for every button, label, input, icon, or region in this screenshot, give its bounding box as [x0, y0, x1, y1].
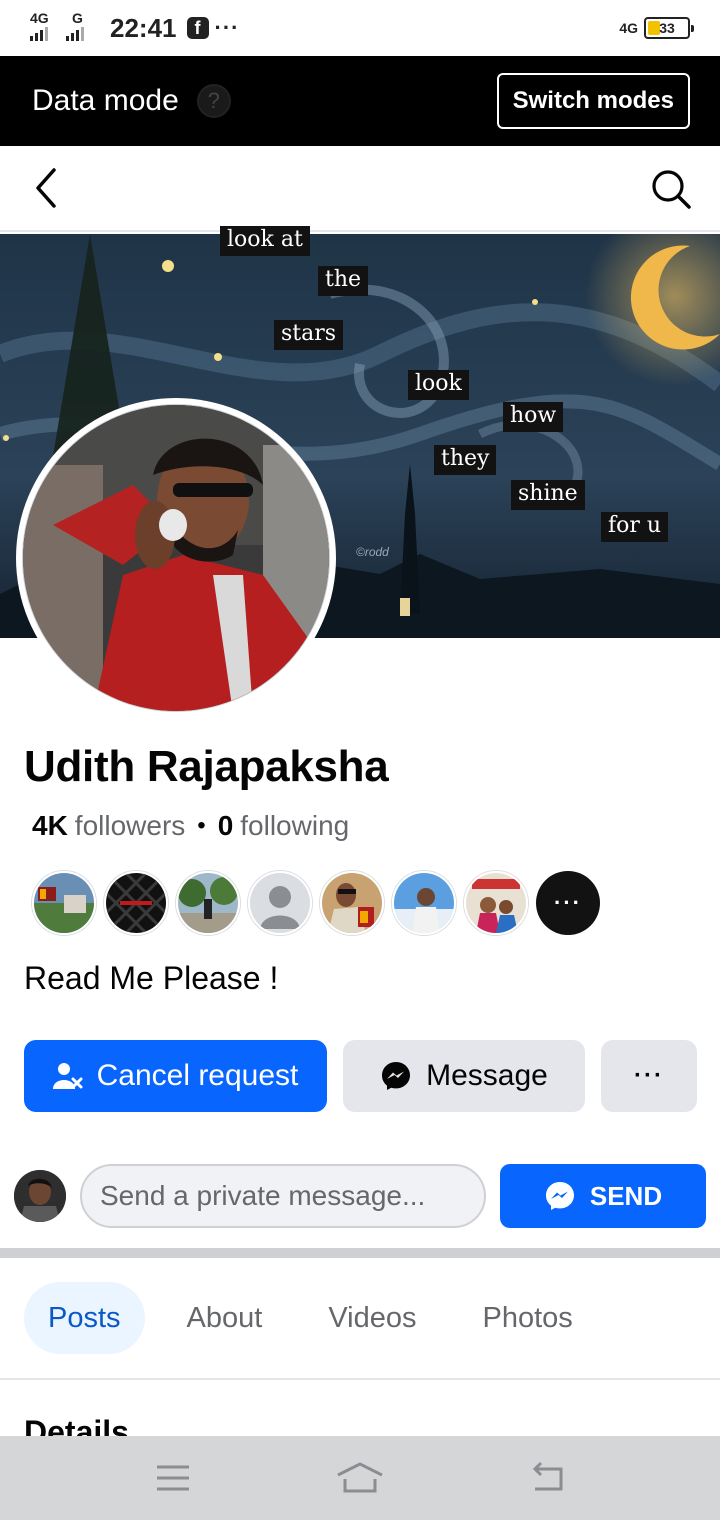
status-bar: 4G G 22:41 f ··· 4G 33: [0, 0, 720, 56]
top-navigation: [0, 146, 720, 232]
back-arrow-icon: [532, 1461, 563, 1491]
tab-photos[interactable]: Photos: [458, 1282, 596, 1354]
home-icon: [337, 1462, 383, 1493]
mutual-friends-avatars: ···: [32, 871, 600, 935]
network-type-label: 4G: [619, 20, 638, 36]
cover-caption-word: how: [503, 402, 564, 432]
back-button[interactable]: [28, 166, 68, 210]
followers-count[interactable]: 4K: [32, 810, 68, 842]
send-label: SEND: [589, 1180, 663, 1211]
details-heading: Details: [24, 1414, 129, 1436]
profile-bio: Read Me Please !: [24, 960, 279, 996]
search-button[interactable]: [650, 168, 692, 210]
friend-avatar[interactable]: [104, 871, 168, 935]
cancel-request-button[interactable]: Cancel request: [24, 1040, 327, 1112]
status-time: 22:41: [110, 12, 177, 43]
profile-photo-image: [23, 405, 329, 711]
system-back-button[interactable]: [517, 1453, 577, 1503]
search-icon: [652, 170, 691, 209]
tab-videos[interactable]: Videos: [304, 1282, 440, 1354]
menu-icon: [157, 1465, 190, 1491]
cancel-friend-request-icon: [52, 1061, 83, 1091]
switch-modes-button[interactable]: Switch modes: [496, 73, 690, 129]
data-mode-title: Data mode: [32, 84, 179, 117]
battery-icon: 33: [644, 17, 694, 39]
profile-name: Udith Rajapaksha: [24, 742, 389, 791]
friend-avatar[interactable]: [32, 871, 96, 935]
viewer-avatar: [14, 1170, 66, 1222]
profile-tabs: Posts About Videos Photos: [24, 1282, 615, 1354]
messenger-icon: [380, 1060, 412, 1092]
following-label[interactable]: following: [240, 810, 349, 842]
default-avatar-icon[interactable]: [248, 871, 312, 935]
menu-button[interactable]: [143, 1453, 203, 1503]
more-friends-button[interactable]: ···: [536, 871, 600, 935]
more-notifications-icon: ···: [214, 15, 240, 40]
battery-percent: 33: [659, 20, 675, 36]
cover-caption-word: for u: [601, 512, 669, 542]
cancel-request-label: Cancel request: [96, 1059, 299, 1092]
cover-caption-word: they: [434, 445, 497, 475]
cover-caption-word: the: [318, 266, 369, 296]
tab-posts[interactable]: Posts: [24, 1282, 145, 1354]
stats-separator: •: [197, 812, 206, 839]
messenger-icon: [544, 1180, 576, 1212]
system-navigation-bar: [0, 1436, 720, 1520]
friend-avatar[interactable]: [176, 871, 240, 935]
send-button[interactable]: SEND: [500, 1164, 706, 1228]
tab-about[interactable]: About: [163, 1282, 287, 1354]
data-mode-bar: Data mode ? Switch modes: [0, 56, 720, 146]
friend-avatar[interactable]: [320, 871, 384, 935]
cover-caption-word: look at: [220, 226, 310, 256]
cover-caption-word: shine: [511, 480, 585, 510]
more-options-button[interactable]: ···: [601, 1040, 697, 1112]
help-icon[interactable]: ?: [196, 84, 231, 118]
message-button[interactable]: Message: [343, 1040, 585, 1112]
follow-stats: 4K followers • 0 following: [32, 810, 349, 842]
friend-avatar[interactable]: [464, 871, 528, 935]
message-label: Message: [426, 1059, 548, 1092]
cover-caption-word: look: [408, 370, 469, 400]
cover-caption-word: stars: [274, 320, 344, 350]
signal-strength-icon: 4G: [30, 11, 60, 45]
signal-strength-icon: G: [66, 11, 96, 45]
private-message-input[interactable]: [80, 1164, 486, 1228]
signal-type-label: G: [72, 10, 83, 26]
chevron-left-icon: [36, 168, 56, 208]
friend-avatar[interactable]: [392, 871, 456, 935]
followers-label[interactable]: followers: [75, 810, 185, 842]
tab-divider: [0, 1378, 720, 1380]
cover-watermark: ©rodd: [356, 545, 389, 559]
facebook-notification-icon: f: [186, 17, 209, 39]
profile-picture[interactable]: [16, 398, 336, 718]
signal-type-label: 4G: [30, 10, 49, 26]
home-button[interactable]: [330, 1453, 390, 1503]
section-divider: [0, 1248, 720, 1258]
following-count[interactable]: 0: [218, 810, 234, 842]
